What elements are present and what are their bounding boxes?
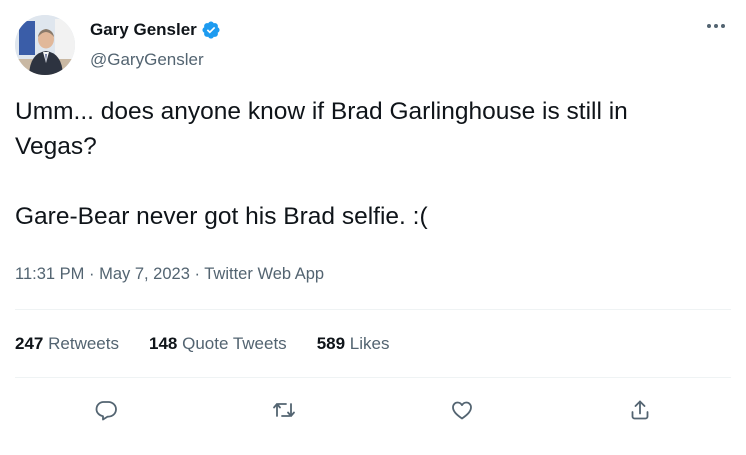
- tweet-stats: 247 Retweets 148 Quote Tweets 589 Likes: [15, 334, 419, 354]
- retweets-count: 247: [15, 334, 44, 353]
- share-icon[interactable]: [624, 394, 656, 426]
- author-name[interactable]: Gary Gensler: [90, 20, 197, 40]
- quotes-count: 148: [148, 334, 178, 353]
- tweet-source[interactable]: Twitter Web App: [204, 265, 324, 283]
- separator: ·: [189, 265, 205, 283]
- tweet-line: Vegas?: [15, 133, 97, 160]
- likes-count: 589: [316, 334, 346, 353]
- tweet-line: Gare-Bear never got his Brad selfie. :(: [15, 203, 428, 230]
- quotes-label: Quote Tweets: [182, 334, 287, 353]
- more-options-icon[interactable]: [702, 16, 730, 36]
- likes-stat[interactable]: 589 Likes: [317, 334, 390, 354]
- author-header: Gary Gensler: [90, 20, 221, 40]
- tweet-card: Gary Gensler @GaryGensler Umm... does an…: [0, 0, 746, 455]
- tweet-time[interactable]: 11:31 PM: [15, 265, 84, 283]
- tweet-date[interactable]: May 7, 2023: [99, 265, 190, 283]
- tweet-meta: 11:31 PM · May 7, 2023 · Twitter Web App: [15, 265, 324, 284]
- verified-badge-icon: [201, 20, 221, 40]
- reply-icon[interactable]: [90, 394, 122, 426]
- separator: ·: [84, 265, 100, 283]
- divider: [15, 309, 731, 310]
- tweet-actions: [0, 392, 746, 428]
- likes-label: Likes: [349, 334, 390, 353]
- retweet-icon[interactable]: [268, 394, 300, 426]
- heart-icon[interactable]: [446, 394, 478, 426]
- quote-tweets-stat[interactable]: 148 Quote Tweets: [149, 334, 287, 354]
- divider: [15, 377, 731, 378]
- profile-photo-icon: [15, 15, 75, 75]
- retweets-label: Retweets: [48, 334, 119, 353]
- avatar[interactable]: [15, 15, 75, 75]
- tweet-line: Umm... does anyone know if Brad Garlingh…: [15, 98, 628, 125]
- tweet-text: Umm... does anyone know if Brad Garlingh…: [15, 94, 735, 234]
- author-handle[interactable]: @GaryGensler: [90, 50, 204, 70]
- retweets-stat[interactable]: 247 Retweets: [15, 334, 119, 354]
